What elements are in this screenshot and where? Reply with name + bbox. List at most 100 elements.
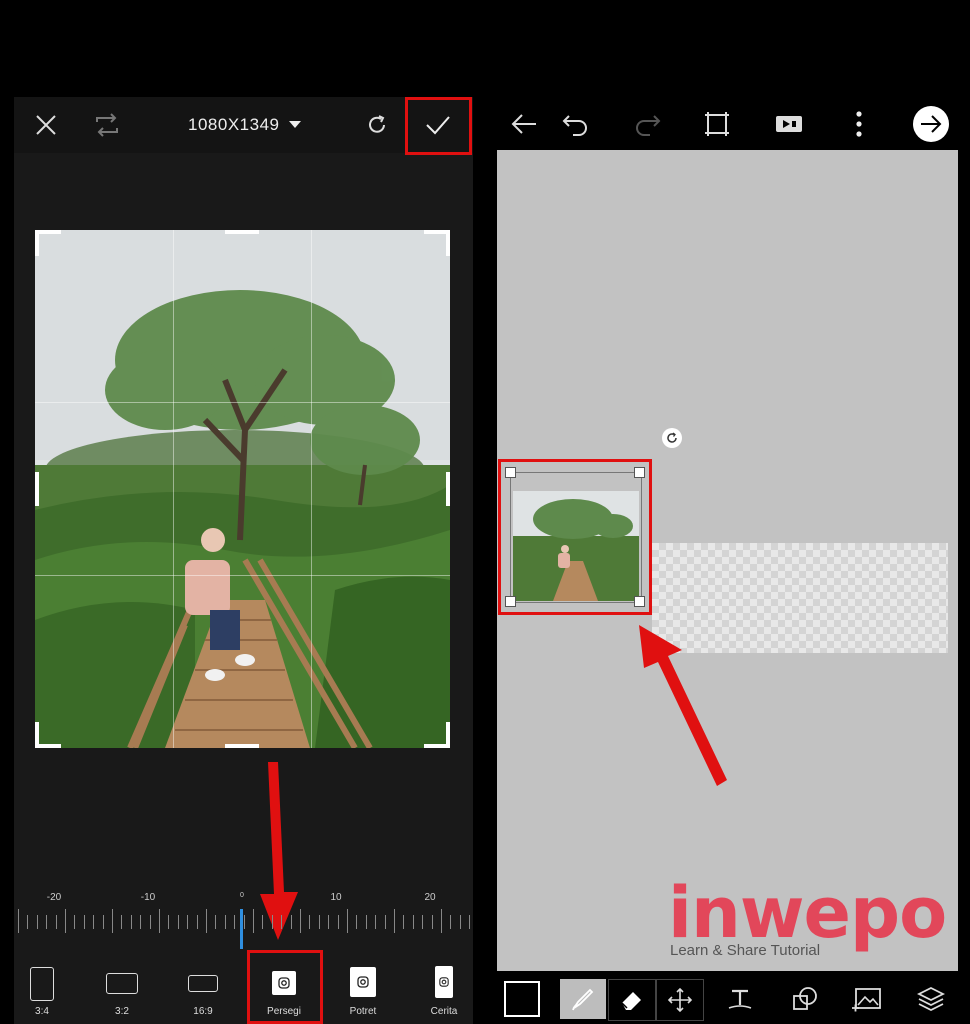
ruler-tick xyxy=(234,915,236,929)
ruler-tick xyxy=(441,909,442,933)
next-arrow-icon[interactable] xyxy=(913,106,949,142)
ruler-tick xyxy=(130,915,132,929)
ratio-label: 16:9 xyxy=(193,1006,213,1017)
tool-bar xyxy=(497,971,970,1024)
confirm-highlight xyxy=(405,97,472,155)
ruler-tick xyxy=(459,915,461,929)
move-icon[interactable] xyxy=(656,979,704,1021)
ruler-tick xyxy=(318,915,320,929)
ruler-tick xyxy=(328,915,330,929)
rotate-handle-icon[interactable] xyxy=(662,428,682,448)
ratio-label: Potret xyxy=(349,1006,377,1017)
crop-edge-handle[interactable] xyxy=(225,744,259,748)
ruler-tick xyxy=(412,915,414,929)
ratio-3-2-icon xyxy=(106,973,138,994)
ruler-tick xyxy=(290,915,292,929)
ruler-tick xyxy=(36,915,38,929)
ruler-tick xyxy=(177,915,179,929)
ruler-tick xyxy=(300,909,301,933)
ruler-tick xyxy=(206,909,207,933)
grid-line xyxy=(311,230,312,748)
size-dropdown[interactable]: 1080X1349 xyxy=(188,115,302,135)
brush-icon[interactable] xyxy=(560,979,606,1019)
color-swatch[interactable] xyxy=(502,979,542,1019)
grid-line xyxy=(35,575,450,576)
video-camera-icon[interactable] xyxy=(773,109,805,139)
crop-edge-handle[interactable] xyxy=(225,230,259,234)
ratio-potret[interactable]: Potret xyxy=(333,955,393,1021)
crop-edge-handle[interactable] xyxy=(446,472,450,506)
ratio-16-9-icon xyxy=(188,975,218,992)
crop-frame-icon[interactable] xyxy=(702,109,732,139)
eraser-icon[interactable] xyxy=(608,979,656,1021)
instagram-icon xyxy=(435,966,453,998)
ruler-label: 0 xyxy=(240,892,244,899)
ruler-tick xyxy=(93,915,95,929)
ruler-tick xyxy=(450,915,452,929)
crop-corner-handle[interactable] xyxy=(424,722,450,748)
ruler-tick xyxy=(347,909,348,933)
rotate-icon[interactable] xyxy=(364,112,390,138)
ruler-tick xyxy=(375,915,377,929)
crop-corner-handle[interactable] xyxy=(35,230,61,256)
rotation-ruler[interactable] xyxy=(14,909,473,939)
crop-screen: 1080X1349 -20 -10 0 10 20 3:4 3:2 16:9 P… xyxy=(14,97,473,1024)
shape-icon[interactable] xyxy=(785,979,825,1019)
crop-photo xyxy=(35,230,450,748)
text-icon[interactable] xyxy=(720,979,760,1019)
watermark-logo: inwepo xyxy=(668,872,947,954)
ratio-label: 3:4 xyxy=(35,1006,49,1017)
ruler-tick xyxy=(46,915,48,929)
ratio-3-4[interactable]: 3:4 xyxy=(12,955,72,1021)
ruler-tick xyxy=(168,915,170,929)
ruler-tick xyxy=(253,909,254,933)
instagram-icon xyxy=(350,967,376,997)
ruler-tick xyxy=(121,915,123,929)
redo-icon[interactable] xyxy=(633,109,663,139)
layers-icon[interactable] xyxy=(911,979,951,1019)
ruler-tick xyxy=(469,915,471,929)
more-vertical-icon[interactable] xyxy=(847,109,871,139)
ratio-3-4-icon xyxy=(30,967,54,1001)
crop-corner-handle[interactable] xyxy=(35,722,61,748)
flip-icon[interactable] xyxy=(92,111,122,139)
ruler-tick xyxy=(271,915,273,929)
ruler-tick xyxy=(224,915,226,929)
ratio-label: 3:2 xyxy=(115,1006,129,1017)
dropdown-caret-icon xyxy=(289,121,302,128)
ruler-indicator[interactable] xyxy=(240,909,243,949)
add-photo-icon[interactable] xyxy=(847,979,887,1019)
crop-corner-handle[interactable] xyxy=(424,230,450,256)
size-label: 1080X1349 xyxy=(188,115,280,134)
ruler-tick xyxy=(356,915,358,929)
back-arrow-icon[interactable] xyxy=(509,109,539,139)
ruler-label: -10 xyxy=(140,892,156,903)
ruler-tick xyxy=(140,915,142,929)
ruler-tick xyxy=(309,915,311,929)
ruler-tick xyxy=(243,915,245,929)
ruler-tick xyxy=(337,915,339,929)
ruler-label: 10 xyxy=(330,892,342,903)
ruler-tick xyxy=(149,915,151,929)
ruler-tick xyxy=(65,909,66,933)
ruler-tick xyxy=(365,915,367,929)
layer-highlight xyxy=(498,459,652,615)
ruler-tick xyxy=(27,915,29,929)
crop-edge-handle[interactable] xyxy=(35,472,39,506)
ruler-tick xyxy=(102,915,104,929)
ruler-tick xyxy=(55,915,57,929)
ratio-3-2[interactable]: 3:2 xyxy=(92,955,152,1021)
close-icon[interactable] xyxy=(32,111,60,139)
persegi-highlight xyxy=(247,950,323,1024)
editor-canvas[interactable] xyxy=(497,150,958,971)
pointer-arrow xyxy=(639,625,727,786)
ruler-tick xyxy=(384,915,386,929)
ruler-tick xyxy=(215,915,217,929)
ruler-tick xyxy=(74,915,76,929)
ratio-cerita[interactable]: Cerita xyxy=(414,955,474,1021)
rotation-ruler-labels: -20 -10 0 10 20 xyxy=(14,892,473,906)
ratio-16-9[interactable]: 16:9 xyxy=(173,955,233,1021)
ruler-tick xyxy=(159,909,160,933)
undo-icon[interactable] xyxy=(560,109,590,139)
watermark: inwepo Learn & Share Tutorial xyxy=(668,872,947,959)
